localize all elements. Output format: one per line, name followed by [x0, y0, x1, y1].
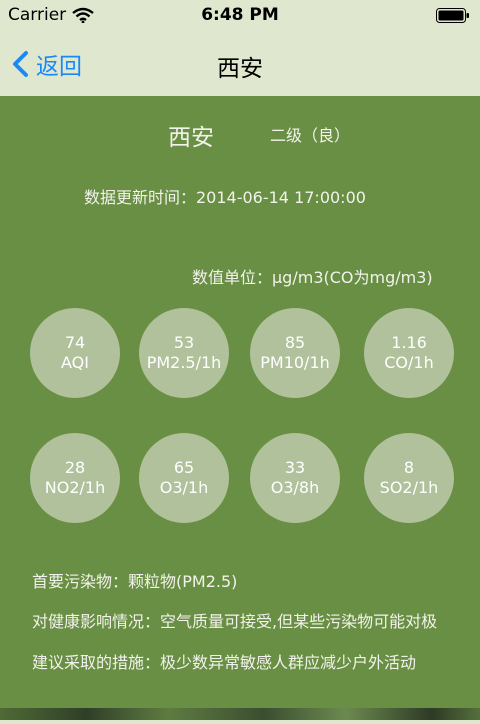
update-time: 数据更新时间：2014-06-14 17:00:00 [84, 188, 366, 207]
pollutant-o3-8h: 33 O3/8h [250, 433, 340, 523]
navigation-bar: 返回 西安 [0, 32, 480, 96]
pollutant-label: SO2/1h [379, 478, 439, 497]
pollutant-label: CO/1h [384, 353, 434, 372]
pollutant-pm25: 53 PM2.5/1h [139, 308, 229, 398]
health-effect: 对健康影响情况：空气质量可接受,但某些污染物可能对极 [32, 612, 438, 631]
background-texture [0, 708, 480, 720]
primary-pollutant: 首要污染物：颗粒物(PM2.5) [32, 572, 238, 591]
pollutant-value: 53 [173, 333, 195, 352]
unit-label: 数值单位：μg/m3(CO为mg/m3) [192, 268, 433, 287]
clock: 6:48 PM [201, 5, 279, 25]
quality-level: 二级（良） [270, 126, 351, 145]
pollutant-value: 8 [403, 458, 415, 477]
pollutant-pm10: 85 PM10/1h [250, 308, 340, 398]
pollutant-no2: 28 NO2/1h [30, 433, 120, 523]
page-title: 西安 [217, 56, 263, 82]
pollutant-label: O3/1h [159, 478, 209, 497]
advice: 建议采取的措施：极少数异常敏感人群应减少户外活动 [32, 653, 417, 672]
pollutant-value: 65 [173, 458, 195, 477]
battery-icon [436, 8, 469, 23]
pollutant-value: 33 [284, 458, 306, 477]
pollutant-so2: 8 SO2/1h [364, 433, 454, 523]
pollutant-label: PM10/1h [260, 353, 330, 372]
pollutant-value: 74 [64, 333, 86, 352]
pollutant-co: 1.16 CO/1h [364, 308, 454, 398]
pollutant-label: AQI [61, 353, 89, 372]
status-bar: Carrier 6:48 PM [0, 0, 480, 32]
pollutant-aqi: 74 AQI [30, 308, 120, 398]
pollutant-value: 1.16 [391, 333, 427, 352]
pollutant-value: 28 [64, 458, 86, 477]
pollutant-o3-1h: 65 O3/1h [139, 433, 229, 523]
pollutant-value: 85 [284, 333, 306, 352]
pollutant-label: PM2.5/1h [146, 353, 222, 372]
pollutant-label: O3/8h [270, 478, 320, 497]
city-name: 西安 [168, 125, 214, 151]
pollutant-label: NO2/1h [44, 478, 106, 497]
air-quality-panel: 西安 二级（良） 数据更新时间：2014-06-14 17:00:00 数值单位… [0, 96, 480, 720]
